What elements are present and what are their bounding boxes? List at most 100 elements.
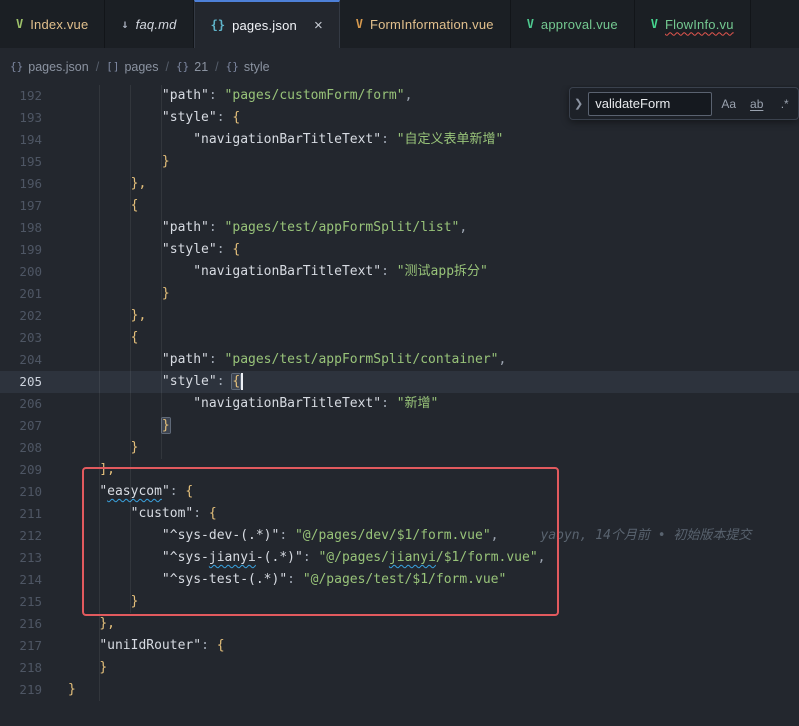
find-input[interactable]: [588, 92, 712, 116]
line-number: 219: [0, 679, 56, 701]
code-line-197[interactable]: 197 {: [0, 195, 799, 217]
code-line-218[interactable]: 218 }: [0, 657, 799, 679]
line-number: 211: [0, 503, 56, 525]
code-line-205[interactable]: 205 "style": {: [0, 371, 799, 393]
line-text: "style": {: [56, 107, 240, 129]
line-text: }: [56, 151, 170, 173]
code-line-200[interactable]: 200 "navigationBarTitleText": "测试app拆分": [0, 261, 799, 283]
line-text: }: [56, 591, 138, 613]
line-number: 199: [0, 239, 56, 261]
code-line-214[interactable]: 214 "^sys-test-(.*)": "@/pages/test/$1/f…: [0, 569, 799, 591]
breadcrumb: {}pages.json/[]pages/{}21/{}style: [0, 48, 799, 85]
code-line-213[interactable]: 213 "^sys-jianyi-(.*)": "@/pages/jianyi/…: [0, 547, 799, 569]
line-number: 212: [0, 525, 56, 547]
line-number: 201: [0, 283, 56, 305]
breadcrumb-label: style: [244, 60, 270, 74]
tab-flowinfo-vu[interactable]: VFlowInfo.vu: [635, 0, 751, 48]
toggle-replace-icon[interactable]: ❯: [574, 93, 583, 115]
tab-bar: VIndex.vue↓faq.md{}pages.json×VFormInfor…: [0, 0, 799, 48]
tab-label: approval.vue: [541, 17, 618, 32]
line-text: ],: [56, 459, 115, 481]
code-line-204[interactable]: 204 "path": "pages/test/appFormSplit/con…: [0, 349, 799, 371]
match-case-icon[interactable]: Aa: [717, 93, 740, 115]
line-text: "navigationBarTitleText": "新增": [56, 393, 438, 415]
code-line-215[interactable]: 215 }: [0, 591, 799, 613]
line-text: "custom": {: [56, 503, 217, 525]
symbol-icon: {}: [226, 60, 239, 73]
code-line-207[interactable]: 207 }: [0, 415, 799, 437]
line-number: 193: [0, 107, 56, 129]
close-icon[interactable]: ×: [314, 18, 323, 33]
json-icon: {}: [211, 18, 225, 32]
code-line-195[interactable]: 195 }: [0, 151, 799, 173]
code-line-209[interactable]: 209 ],: [0, 459, 799, 481]
line-number: 213: [0, 547, 56, 569]
line-number: 216: [0, 613, 56, 635]
code-line-206[interactable]: 206 "navigationBarTitleText": "新增": [0, 393, 799, 415]
code-line-202[interactable]: 202 },: [0, 305, 799, 327]
code-line-201[interactable]: 201 }: [0, 283, 799, 305]
line-number: 204: [0, 349, 56, 371]
tab-label: FlowInfo.vu: [665, 17, 734, 32]
breadcrumb-label: pages.json: [28, 60, 88, 74]
git-blame-annotation: yaoyn, 14个月前 • 初始版本提交: [498, 528, 751, 543]
breadcrumb-separator: /: [166, 60, 169, 74]
editor[interactable]: 192 "path": "pages/customForm/form",193 …: [0, 85, 799, 726]
line-text: "easycom": {: [56, 481, 193, 503]
tab-faq-md[interactable]: ↓ faq.md: [105, 0, 193, 48]
line-number: 206: [0, 393, 56, 415]
symbol-icon: []: [106, 60, 119, 73]
line-text: "path": "pages/test/appFormSplit/list",: [56, 217, 467, 239]
code-line-219[interactable]: 219}: [0, 679, 799, 701]
vue-icon: V: [527, 17, 534, 31]
tab-label: faq.md: [136, 17, 177, 32]
line-text: "path": "pages/test/appFormSplit/contain…: [56, 349, 506, 371]
line-number: 218: [0, 657, 56, 679]
code-line-208[interactable]: 208 }: [0, 437, 799, 459]
line-text: "navigationBarTitleText": "自定义表单新增": [56, 129, 503, 151]
code-line-212[interactable]: 212 "^sys-dev-(.*)": "@/pages/dev/$1/for…: [0, 525, 799, 547]
line-number: 196: [0, 173, 56, 195]
line-text: "^sys-dev-(.*)": "@/pages/dev/$1/form.vu…: [56, 525, 751, 547]
line-number: 209: [0, 459, 56, 481]
breadcrumb-separator: /: [96, 60, 99, 74]
symbol-icon: {}: [10, 60, 23, 73]
code-line-216[interactable]: 216 },: [0, 613, 799, 635]
line-text: }: [56, 283, 170, 305]
breadcrumb-item-21[interactable]: {}21: [176, 60, 208, 74]
find-widget: ❯ Aa ab .*: [569, 87, 799, 120]
whole-word-icon[interactable]: ab: [745, 93, 768, 115]
code-line-196[interactable]: 196 },: [0, 173, 799, 195]
line-number: 215: [0, 591, 56, 613]
line-text: }: [56, 415, 170, 437]
line-number: 210: [0, 481, 56, 503]
code-line-210[interactable]: 210 "easycom": {: [0, 481, 799, 503]
regex-icon[interactable]: .*: [773, 93, 796, 115]
breadcrumb-item-pages[interactable]: []pages: [106, 60, 158, 74]
code-line-217[interactable]: 217 "uniIdRouter": {: [0, 635, 799, 657]
tab-index-vue[interactable]: V Index.vue: [0, 0, 105, 48]
line-text: "path": "pages/customForm/form",: [56, 85, 412, 107]
tab-label: Index.vue: [30, 17, 88, 32]
symbol-icon: {}: [176, 60, 189, 73]
line-text: "style": {: [56, 371, 243, 393]
tab-label: FormInformation.vue: [370, 17, 494, 32]
tab-label: pages.json: [232, 18, 297, 33]
line-text: {: [56, 327, 138, 349]
line-number: 203: [0, 327, 56, 349]
breadcrumb-item-pages-json[interactable]: {} pages.json: [10, 60, 89, 74]
tab-forminformation-vue[interactable]: VFormInformation.vue: [340, 0, 511, 48]
code-line-194[interactable]: 194 "navigationBarTitleText": "自定义表单新增": [0, 129, 799, 151]
indent-guide: [99, 85, 100, 701]
tab-approval-vue[interactable]: Vapproval.vue: [511, 0, 635, 48]
code-line-211[interactable]: 211 "custom": {: [0, 503, 799, 525]
code-line-203[interactable]: 203 {: [0, 327, 799, 349]
tab-pages-json[interactable]: {} pages.json ×: [194, 0, 340, 48]
markdown-icon: ↓: [121, 17, 128, 31]
vue-icon: V: [16, 17, 23, 31]
code-line-198[interactable]: 198 "path": "pages/test/appFormSplit/lis…: [0, 217, 799, 239]
code-line-199[interactable]: 199 "style": {: [0, 239, 799, 261]
line-text: "uniIdRouter": {: [56, 635, 225, 657]
breadcrumb-item-style[interactable]: {} style: [226, 60, 270, 74]
line-number: 207: [0, 415, 56, 437]
